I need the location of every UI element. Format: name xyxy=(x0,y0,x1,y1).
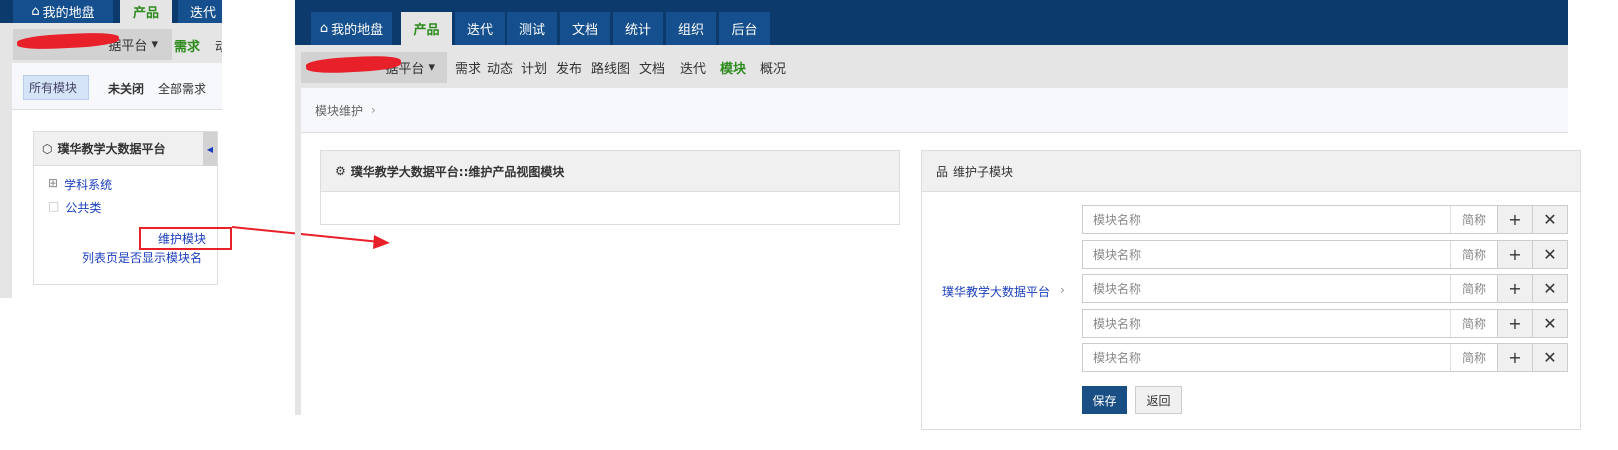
tab-1[interactable]: 产品 xyxy=(401,12,452,45)
remove-row-button[interactable]: ✕ xyxy=(1532,206,1567,233)
plus-icon: + xyxy=(1508,210,1522,229)
module-row: 模块名称 简称 + ✕ xyxy=(1082,343,1568,372)
show-module-name-link[interactable]: 列表页是否显示模块名 xyxy=(82,249,202,266)
module-name-input[interactable]: 模块名称 xyxy=(1083,310,1450,337)
module-row: 模块名称 简称 + ✕ xyxy=(1082,309,1568,338)
module-name-input[interactable]: 模块名称 xyxy=(1083,344,1450,371)
subnav-item[interactable]: 文档 xyxy=(639,58,665,77)
parent-module-link[interactable]: 璞华教学大数据平台 xyxy=(942,283,1050,300)
collapse-button[interactable]: ◀ xyxy=(203,132,217,166)
abbr-input[interactable]: 简称 xyxy=(1450,310,1497,337)
chevron-right-icon: › xyxy=(371,103,376,117)
left-tab-my[interactable]: ⌂ 我的地盘 xyxy=(13,0,113,23)
sitemap-icon: 品 xyxy=(936,164,949,179)
add-row-button[interactable]: + xyxy=(1497,310,1532,337)
tab-0[interactable]: ⌂ 我的地盘 xyxy=(311,12,392,45)
back-button[interactable]: 返回 xyxy=(1135,386,1182,414)
subnav-item[interactable]: 计划 xyxy=(521,58,547,77)
expand-icon: ⊞ xyxy=(48,176,59,190)
close-icon: ✕ xyxy=(1543,210,1557,229)
remove-row-button[interactable]: ✕ xyxy=(1532,275,1567,302)
leaf-icon: □ xyxy=(48,199,60,213)
plus-icon: + xyxy=(1508,245,1522,264)
tree-item[interactable]: □ 公共类 xyxy=(48,199,101,216)
left-tab-iteration[interactable]: 迭代 xyxy=(178,0,222,23)
remove-row-button[interactable]: ✕ xyxy=(1532,241,1567,268)
module-name-placeholder: 模块名称 xyxy=(1093,351,1142,365)
add-row-button[interactable]: + xyxy=(1497,275,1532,302)
subnav-item[interactable]: 路线图 xyxy=(591,58,630,77)
close-icon: ✕ xyxy=(1543,314,1557,333)
subnav-item[interactable]: 发布 xyxy=(556,58,582,77)
close-icon: ✕ xyxy=(1543,348,1557,367)
subnav-item[interactable]: 动态 xyxy=(487,58,513,77)
breadcrumb: 模块维护 › xyxy=(301,88,1568,133)
close-icon: ✕ xyxy=(1543,245,1557,264)
cube-icon: ⬡ xyxy=(42,141,53,156)
chevron-right-icon: › xyxy=(1060,283,1065,297)
highlight-box xyxy=(139,227,232,250)
module-row: 模块名称 简称 + ✕ xyxy=(1082,274,1568,303)
parent-module: 璞华教学大数据平台 › xyxy=(942,283,1065,300)
add-row-button[interactable]: + xyxy=(1497,206,1532,233)
module-row: 模块名称 简称 + ✕ xyxy=(1082,240,1568,269)
subnav-item[interactable]: 迭代 xyxy=(680,58,706,77)
panel-header: ⚙ 璞华教学大数据平台::维护产品视图模块 xyxy=(321,151,899,192)
save-button[interactable]: 保存 xyxy=(1082,386,1127,414)
left-subnav-dynamic[interactable]: 动 xyxy=(215,36,222,55)
subnav-item[interactable]: 模块 xyxy=(720,58,746,77)
subnav-item[interactable]: 需求 xyxy=(455,58,481,77)
add-row-button[interactable]: + xyxy=(1497,241,1532,268)
gear-icon: ⚙ xyxy=(335,164,346,178)
plus-icon: + xyxy=(1508,348,1522,367)
left-tab-product[interactable]: 产品 xyxy=(120,0,172,23)
remove-row-button[interactable]: ✕ xyxy=(1532,310,1567,337)
tab-2[interactable]: 迭代 xyxy=(455,12,505,45)
module-name-placeholder: 模块名称 xyxy=(1093,213,1142,227)
close-icon: ✕ xyxy=(1543,279,1557,298)
abbr-input[interactable]: 简称 xyxy=(1450,241,1497,268)
tab-4[interactable]: 文档 xyxy=(560,12,610,45)
annotation-arrow xyxy=(231,226,390,249)
module-name-placeholder: 模块名称 xyxy=(1093,248,1142,262)
plus-icon: + xyxy=(1508,279,1522,298)
product-view-module-panel: ⚙ 璞华教学大数据平台::维护产品视图模块 xyxy=(320,150,900,225)
plus-icon: + xyxy=(1508,314,1522,333)
module-name-placeholder: 模块名称 xyxy=(1093,282,1142,296)
home-icon: ⌂ xyxy=(319,21,329,36)
left-gutter xyxy=(0,0,12,298)
module-name-input[interactable]: 模块名称 xyxy=(1083,206,1450,233)
filter-all-stories[interactable]: 全部需求 xyxy=(158,80,206,97)
breadcrumb-module-maintain[interactable]: 模块维护 xyxy=(315,102,363,119)
module-tree-panel: ⬡ 璞华教学大数据平台 ◀ ⊞ 学科系统 □ 公共类 维护模块 列表页是否显示模块名 xyxy=(33,131,218,285)
tab-6[interactable]: 组织 xyxy=(666,12,716,45)
tree-item[interactable]: ⊞ 学科系统 xyxy=(48,176,112,193)
module-name-input[interactable]: 模块名称 xyxy=(1083,275,1450,302)
tab-3[interactable]: 测试 xyxy=(507,12,557,45)
remove-row-button[interactable]: ✕ xyxy=(1532,344,1567,371)
filter-unclosed[interactable]: 未关闭 xyxy=(108,80,144,97)
module-name-placeholder: 模块名称 xyxy=(1093,317,1142,331)
abbr-input[interactable]: 简称 xyxy=(1450,344,1497,371)
tab-5[interactable]: 统计 xyxy=(613,12,663,45)
abbr-input[interactable]: 简称 xyxy=(1450,206,1497,233)
home-icon: ⌂ xyxy=(31,4,40,19)
module-tree-header: ⬡ 璞华教学大数据平台 xyxy=(34,132,217,166)
all-modules-chip[interactable]: 所有模块 xyxy=(23,75,89,100)
tab-7[interactable]: 后台 xyxy=(719,12,770,45)
abbr-input[interactable]: 简称 xyxy=(1450,275,1497,302)
module-name-input[interactable]: 模块名称 xyxy=(1083,241,1450,268)
panel-header: 品维护子模块 xyxy=(922,151,1580,192)
subnav-item[interactable]: 概况 xyxy=(760,58,786,77)
add-row-button[interactable]: + xyxy=(1497,344,1532,371)
right-subnav xyxy=(295,45,1568,88)
left-subnav-story[interactable]: 需求 xyxy=(174,36,200,55)
module-row: 模块名称 简称 + ✕ xyxy=(1082,205,1568,234)
